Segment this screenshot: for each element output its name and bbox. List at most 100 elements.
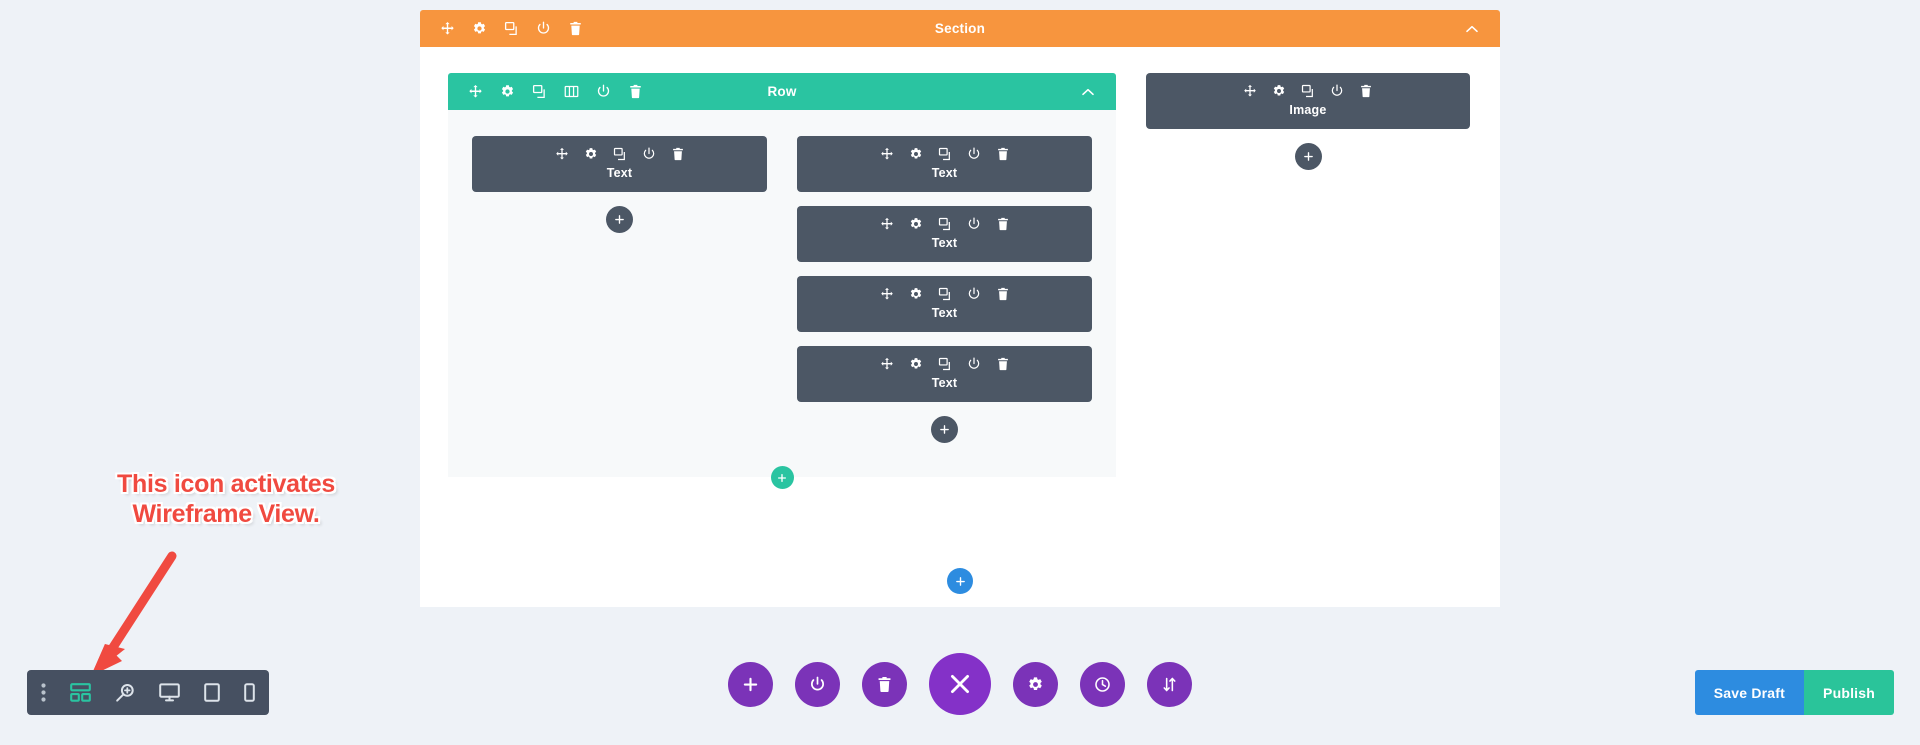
chevron-up-icon[interactable] [1080,84,1096,100]
phone-icon[interactable] [244,683,255,702]
module-text[interactable]: Text [797,276,1092,332]
module-toolbar-icons [880,357,1010,371]
tablet-icon[interactable] [204,683,220,702]
module-text[interactable]: Text [797,346,1092,402]
row-body: Text Text Text Text Text [448,110,1116,477]
module-text[interactable]: Text [472,136,767,192]
trash-icon[interactable] [996,147,1010,161]
power-icon[interactable] [967,287,981,301]
section-body: Row Text Text Text Text Text Image [420,47,1500,607]
section-toolbar-icons [420,21,583,36]
row-toolbar-icons [448,84,643,99]
module-toolbar-icons [880,147,1010,161]
module-label: Text [606,166,633,180]
power-icon[interactable] [642,147,656,161]
column-1: Text [472,136,767,233]
desktop-icon[interactable] [159,683,180,702]
duplicate-icon[interactable] [938,357,952,371]
power-icon[interactable] [967,217,981,231]
move-icon[interactable] [468,84,483,99]
add-row-button[interactable] [770,466,794,489]
move-icon[interactable] [555,147,569,161]
module-toolbar-icons [880,287,1010,301]
duplicate-icon[interactable] [1301,84,1315,98]
save-draft-button[interactable]: Save Draft [1694,670,1805,715]
section-container: Section Row Text Text Text Text Text Ima… [420,10,1500,607]
duplicate-icon[interactable] [504,21,519,36]
add-section-fab[interactable] [728,661,773,707]
close-builder-menu-fab[interactable] [929,653,991,715]
module-label: Text [931,166,958,180]
gear-icon[interactable] [1272,84,1286,98]
chevron-up-icon[interactable] [1464,21,1480,37]
trash-icon[interactable] [568,21,583,36]
add-section-holder [420,568,1500,594]
module-label: Text [931,306,958,320]
power-icon[interactable] [967,357,981,371]
move-icon[interactable] [880,217,894,231]
publish-actions: Save Draft Publish [1694,670,1894,715]
annotation-line-1: This icon activates [117,470,335,498]
gear-icon[interactable] [909,357,923,371]
builder-center-toolbar [728,653,1192,715]
power-icon[interactable] [967,147,981,161]
add-section-button[interactable] [947,568,973,594]
row-container: Row Text Text Text Text Text [448,73,1116,489]
duplicate-icon[interactable] [938,287,952,301]
move-icon[interactable] [880,357,894,371]
more-options-icon[interactable] [41,683,46,702]
annotation-line-2: Wireframe View. [132,499,320,528]
duplicate-icon[interactable] [938,217,952,231]
wireframe-icon[interactable] [70,683,91,702]
duplicate-icon[interactable] [613,147,627,161]
power-icon[interactable] [596,84,611,99]
gear-icon[interactable] [472,21,487,36]
gear-icon[interactable] [909,147,923,161]
move-icon[interactable] [880,147,894,161]
trash-icon[interactable] [996,287,1010,301]
move-icon[interactable] [1243,84,1257,98]
row-toolbar-bar[interactable]: Row [448,73,1116,110]
annotation-text: This icon activates Wireframe View. [86,470,366,529]
annotation-arrow-icon [91,551,177,676]
duplicate-icon[interactable] [938,147,952,161]
publish-button[interactable]: Publish [1804,670,1894,715]
module-label: Text [931,236,958,250]
move-icon[interactable] [440,21,455,36]
module-toolbar-icons [555,147,685,161]
add-row-holder [448,466,1116,489]
page-settings-fab[interactable] [1013,661,1058,707]
gear-icon[interactable] [500,84,515,99]
section-toolbar-bar[interactable]: Section [420,10,1500,47]
module-text[interactable]: Text [797,206,1092,262]
add-module-button[interactable] [931,416,958,443]
editing-history-fab[interactable] [1080,661,1125,707]
view-mode-toolbar [27,670,269,715]
trash-icon[interactable] [996,217,1010,231]
module-text[interactable]: Text [797,136,1092,192]
columns-icon[interactable] [564,84,579,99]
power-icon[interactable] [1330,84,1344,98]
zoom-out-icon[interactable] [115,683,135,703]
trash-icon[interactable] [996,357,1010,371]
add-module-button[interactable] [1294,143,1322,170]
duplicate-icon[interactable] [532,84,547,99]
module-toolbar-icons [1243,84,1373,98]
trash-icon[interactable] [1359,84,1373,98]
column-2: Text Text Text Text [797,136,1092,443]
module-label: Image [1289,103,1327,117]
gear-icon[interactable] [909,217,923,231]
trash-icon[interactable] [628,84,643,99]
gear-icon[interactable] [909,287,923,301]
portability-fab[interactable] [1147,661,1192,707]
power-icon[interactable] [536,21,551,36]
trash-icon[interactable] [671,147,685,161]
module-image[interactable]: Image [1146,73,1470,129]
move-icon[interactable] [880,287,894,301]
image-column: Image [1146,73,1470,170]
delete-layout-fab[interactable] [862,661,907,707]
module-toolbar-icons [880,217,1010,231]
gear-icon[interactable] [584,147,598,161]
disable-builder-fab[interactable] [795,661,840,707]
add-module-button[interactable] [606,206,633,233]
